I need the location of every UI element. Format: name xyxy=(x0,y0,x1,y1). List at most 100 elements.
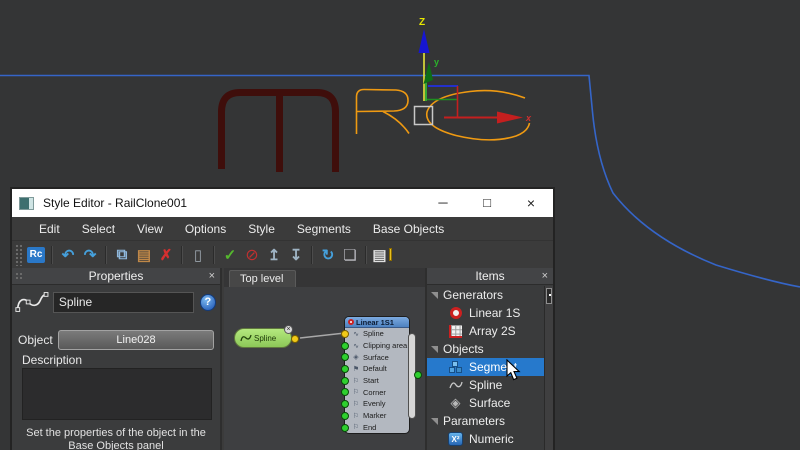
description-label: Description xyxy=(22,353,82,367)
spline-item-icon xyxy=(447,380,464,390)
menu-view[interactable]: View xyxy=(126,222,174,236)
properties-panel: Properties × ? Object Line028 Descriptio… xyxy=(12,268,222,450)
input-port[interactable] xyxy=(341,424,349,432)
properties-hint: Set the properties of the object in the … xyxy=(12,427,220,450)
maximize-button[interactable]: □ xyxy=(465,189,509,217)
input-port[interactable] xyxy=(341,400,349,408)
help-icon[interactable]: ? xyxy=(200,294,216,311)
linear-1s-icon xyxy=(447,307,464,319)
tree-group-generators[interactable]: Generators xyxy=(427,286,544,304)
node-editor-tabstrip: Top level xyxy=(224,268,425,287)
menu-base-objects[interactable]: Base Objects xyxy=(362,222,455,236)
toolbar-separator xyxy=(365,246,367,264)
input-row-clipping-area[interactable]: ∿Clipping area xyxy=(345,340,409,352)
tree-item-segment[interactable]: Segment xyxy=(427,358,544,376)
tree-group-objects[interactable]: Objects xyxy=(427,340,544,358)
menu-edit[interactable]: Edit xyxy=(28,222,71,236)
paste-icon[interactable]: ▤ xyxy=(133,244,155,266)
svg-text:y: y xyxy=(434,57,439,67)
properties-close-icon[interactable]: × xyxy=(209,268,215,285)
menu-options[interactable]: Options xyxy=(174,222,237,236)
input-row-marker[interactable]: ⚐Marker xyxy=(345,410,409,422)
menu-segments[interactable]: Segments xyxy=(286,222,362,236)
mouse-cursor xyxy=(506,359,522,382)
generator-output-port[interactable] xyxy=(414,371,422,379)
tree-item-numeric[interactable]: X²Numeric xyxy=(427,430,544,448)
spline-node[interactable]: Spline × xyxy=(234,328,292,348)
minimize-button[interactable]: ─ xyxy=(421,189,465,217)
remove-node-badge[interactable]: × xyxy=(284,325,293,334)
toolbar-separator xyxy=(105,246,107,264)
delete-icon[interactable]: ✗ xyxy=(155,244,177,266)
items-scrollbar[interactable] xyxy=(544,286,553,450)
tree-item-surface[interactable]: ◈Surface xyxy=(427,394,544,412)
name-row: ? xyxy=(14,289,216,315)
description-field[interactable] xyxy=(22,368,212,420)
expander-icon[interactable] xyxy=(431,418,438,425)
toolbar-separator xyxy=(213,246,215,264)
input-row-default[interactable]: ⚑Default xyxy=(345,363,409,375)
toolbar-drag-handle[interactable] xyxy=(15,244,22,266)
node-canvas[interactable]: Spline × Linear 1S1 ∿Spline ∿Clipping ar… xyxy=(224,287,425,450)
items-panel-title: Items xyxy=(475,269,504,283)
svg-text:x: x xyxy=(525,113,532,123)
axis-gizmo: Z y x xyxy=(415,17,533,125)
input-port[interactable] xyxy=(341,412,349,420)
input-port[interactable] xyxy=(341,377,349,385)
input-row-surface[interactable]: ◈Surface xyxy=(345,351,409,363)
object-picker-button[interactable]: Line028 xyxy=(58,330,214,350)
object-name-input[interactable] xyxy=(53,292,194,313)
refresh-icon[interactable]: ↻ xyxy=(317,244,339,266)
input-row-corner[interactable]: ⚐Corner xyxy=(345,386,409,398)
input-row-spline[interactable]: ∿Spline xyxy=(345,328,409,340)
panel-drag-dots[interactable] xyxy=(15,272,23,281)
input-port[interactable] xyxy=(341,342,349,350)
tab-top-level[interactable]: Top level xyxy=(229,270,296,287)
expand-icon[interactable]: ↧ xyxy=(285,244,307,266)
input-port[interactable] xyxy=(341,388,349,396)
properties-panel-header[interactable]: Properties × xyxy=(12,268,220,285)
purge-icon[interactable]: ▯ xyxy=(187,244,209,266)
spline-output-port[interactable] xyxy=(291,335,299,343)
input-port[interactable] xyxy=(341,330,349,338)
expander-icon[interactable] xyxy=(431,292,438,299)
notes-icon[interactable]: ▤ xyxy=(371,244,393,266)
validate-icon[interactable]: ✓ xyxy=(219,244,241,266)
railclone-logo-icon[interactable]: Rc xyxy=(25,244,47,266)
array-2s-icon xyxy=(447,325,464,338)
titlebar[interactable]: Style Editor - RailClone001 ─ □ × xyxy=(12,189,553,217)
style-editor-window: Style Editor - RailClone001 ─ □ × Edit S… xyxy=(10,187,555,450)
generator-header: Linear 1S1 xyxy=(345,317,409,328)
tree-item-array-2s[interactable]: Array 2S xyxy=(427,322,544,340)
collapse-icon[interactable]: ↥ xyxy=(263,244,285,266)
spline-node-label: Spline xyxy=(254,334,276,343)
redo-icon[interactable]: ↷ xyxy=(79,244,101,266)
menu-select[interactable]: Select xyxy=(71,222,126,236)
copy-icon[interactable]: ⧉ xyxy=(111,244,133,266)
properties-panel-title: Properties xyxy=(89,269,144,283)
tree-item-linear-1s[interactable]: Linear 1S xyxy=(427,304,544,322)
items-close-icon[interactable]: × xyxy=(542,268,548,285)
tree-item-spline[interactable]: Spline xyxy=(427,376,544,394)
input-row-evenly[interactable]: ⚐Evenly xyxy=(345,398,409,410)
close-button[interactable]: × xyxy=(509,189,553,217)
spline-type-icon xyxy=(14,289,50,315)
input-port[interactable] xyxy=(341,353,349,361)
menu-style[interactable]: Style xyxy=(237,222,286,236)
export-icon[interactable]: ❏ xyxy=(339,244,361,266)
tree-group-parameters[interactable]: Parameters xyxy=(427,412,544,430)
linear-generator-node[interactable]: Linear 1S1 ∿Spline ∿Clipping area ◈Surfa… xyxy=(344,316,410,434)
menubar: Edit Select View Options Style Segments … xyxy=(12,217,553,240)
expander-icon[interactable] xyxy=(431,346,438,353)
scrollbar-thumb[interactable] xyxy=(546,288,552,304)
linear-generator-icon xyxy=(348,319,354,325)
toolbar-separator xyxy=(51,246,53,264)
input-row-start[interactable]: ⚐Start xyxy=(345,375,409,387)
input-port[interactable] xyxy=(341,365,349,373)
items-panel-header[interactable]: Items × xyxy=(427,268,553,285)
input-row-end[interactable]: ⚐End xyxy=(345,422,409,434)
undo-icon[interactable]: ↶ xyxy=(57,244,79,266)
spline-node-icon xyxy=(240,333,252,343)
disable-icon[interactable]: ⊘ xyxy=(241,244,263,266)
app-icon xyxy=(19,197,34,210)
